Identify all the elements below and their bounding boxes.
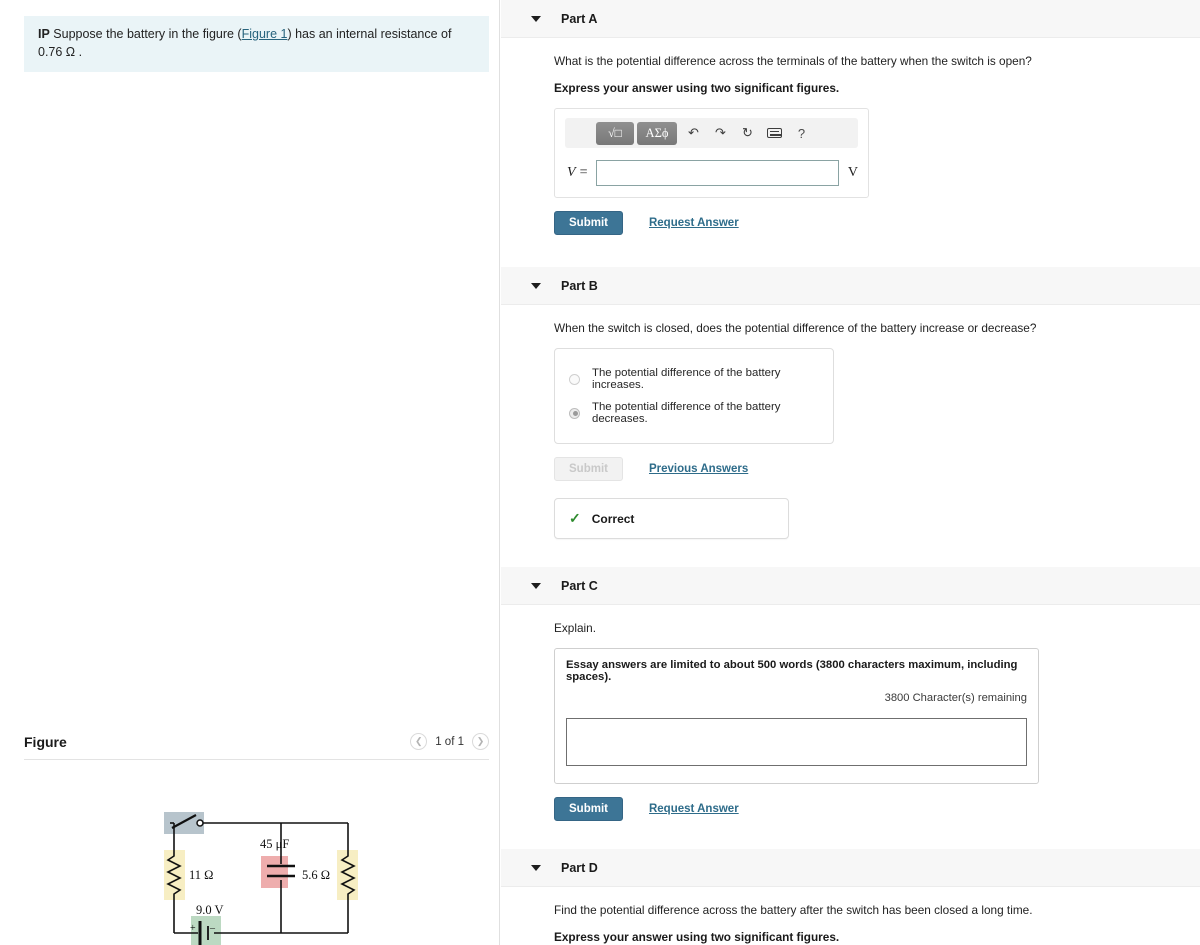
part-d-prompt: Find the potential difference across the… [554, 903, 1033, 917]
battery-minus-sign: – [209, 923, 216, 934]
choice-row[interactable]: The potential difference of the battery … [569, 396, 819, 430]
redo-arrow-icon[interactable]: ↷ [707, 122, 734, 145]
question-text-before: Suppose the battery in the figure ( [49, 27, 242, 41]
part-b-body: When the switch is closed, does the pote… [501, 305, 1200, 539]
essay-character-count: 3800 Character(s) remaining [884, 692, 1027, 704]
check-icon: ✓ [569, 510, 581, 526]
greek-symbols-button[interactable]: ΑΣϕ [637, 121, 677, 145]
choice-label: The potential difference of the battery … [592, 367, 781, 391]
choice-label: The potential difference of the battery … [592, 401, 781, 425]
resistor-right-label: 5.6 Ω [302, 868, 330, 882]
figure-header: Figure ❮ 1 of 1 ❯ [24, 733, 489, 760]
part-b-feedback-text: Correct [591, 511, 635, 526]
part-d-instruction: Express your answer using two significan… [554, 930, 840, 944]
figure-title: Figure [24, 733, 67, 750]
part-b-choices: The potential difference of the battery … [554, 348, 834, 444]
part-a-prompt: What is the potential difference across … [554, 54, 1032, 68]
part-a-submit-button[interactable]: Submit [554, 211, 623, 235]
part-a-unit-label: V [847, 165, 858, 180]
part-c-actions: Submit Request Answer [554, 797, 1200, 821]
math-template-button[interactable]: √□ [596, 121, 634, 145]
part-a-body: What is the potential difference across … [501, 38, 1200, 235]
part-a-answer-input[interactable] [596, 160, 839, 186]
chevron-down-icon[interactable] [531, 864, 541, 871]
part-a-answer-box: √□ ΑΣϕ ↶ ↷ ↻ ? V = V [554, 108, 869, 198]
help-icon[interactable]: ? [788, 122, 815, 145]
part-header-b[interactable]: Part B [501, 267, 1200, 305]
battery-label: 9.0 V [196, 903, 224, 917]
question-prefix: IP [38, 27, 50, 41]
chevron-right-icon[interactable]: ❯ [472, 733, 489, 750]
part-c-prompt: Explain. [554, 621, 596, 635]
part-b-previous-answers-link[interactable]: Previous Answers [649, 463, 748, 475]
part-header-c[interactable]: Part C [501, 567, 1200, 605]
reset-circle-icon[interactable]: ↻ [734, 122, 761, 145]
question-statement: IP Suppose the battery in the figure (Fi… [24, 16, 489, 73]
chevron-down-icon[interactable] [531, 582, 541, 589]
part-b-title: Part B [561, 278, 598, 293]
part-a-title: Part A [561, 11, 598, 26]
right-panel: Part A What is the potential difference … [501, 0, 1200, 945]
circuit-diagram: 11 Ω 45 μF 5.6 Ω 9.0 V + – [24, 790, 489, 945]
part-c-essay-box: Essay answers are limited to about 500 w… [554, 648, 1039, 784]
undo-arrow-icon[interactable]: ↶ [680, 122, 707, 145]
part-a-actions: Submit Request Answer [554, 211, 1200, 235]
part-b-actions: Submit Previous Answers [554, 457, 1200, 481]
assignment-page: IP Suppose the battery in the figure (Fi… [0, 0, 1200, 945]
capacitor-label: 45 μF [260, 837, 289, 851]
part-a-instruction: Express your answer using two significan… [554, 81, 840, 95]
part-d-title: Part D [561, 860, 598, 875]
resistor-left-label: 11 Ω [189, 868, 213, 882]
part-header-a[interactable]: Part A [501, 0, 1200, 38]
part-c-essay-textarea[interactable] [566, 718, 1027, 766]
figure-section: Figure ❮ 1 of 1 ❯ [24, 733, 489, 760]
left-panel: IP Suppose the battery in the figure (Fi… [0, 0, 500, 945]
keyboard-icon[interactable] [761, 122, 788, 145]
battery-plus-sign: + [190, 923, 196, 934]
chevron-down-icon[interactable] [531, 282, 541, 289]
part-a-request-answer-link[interactable]: Request Answer [649, 217, 739, 229]
capacitor-highlight [261, 856, 288, 888]
choice-row[interactable]: The potential difference of the battery … [569, 362, 819, 396]
part-header-d[interactable]: Part D [501, 849, 1200, 887]
part-a-variable-label: V = [567, 165, 589, 180]
part-c-submit-button[interactable]: Submit [554, 797, 623, 821]
radio-button-increase[interactable] [569, 373, 580, 385]
figure-pager: ❮ 1 of 1 ❯ [410, 733, 489, 750]
part-a-input-row: V = V [565, 160, 858, 186]
switch-terminal [196, 819, 204, 827]
part-a-toolbar: √□ ΑΣϕ ↶ ↷ ↻ ? [565, 118, 858, 148]
part-c-request-answer-link[interactable]: Request Answer [649, 803, 739, 815]
figure-pager-label: 1 of 1 [435, 735, 464, 748]
essay-limit-note: Essay answers are limited to about 500 w… [566, 659, 1018, 683]
part-c-body: Explain. Essay answers are limited to ab… [501, 605, 1200, 821]
part-c-title: Part C [561, 578, 598, 593]
radio-button-decrease[interactable] [569, 407, 580, 419]
part-b-feedback: ✓ Correct [554, 498, 789, 539]
chevron-down-icon[interactable] [531, 15, 541, 22]
part-b-prompt: When the switch is closed, does the pote… [554, 321, 1037, 335]
figure-1-link[interactable]: Figure 1 [242, 27, 288, 41]
part-b-submit-button: Submit [554, 457, 623, 481]
circuit-svg: 11 Ω 45 μF 5.6 Ω 9.0 V + – [164, 812, 358, 945]
part-d-body: Find the potential difference across the… [501, 887, 1200, 945]
chevron-left-icon[interactable]: ❮ [410, 733, 428, 750]
